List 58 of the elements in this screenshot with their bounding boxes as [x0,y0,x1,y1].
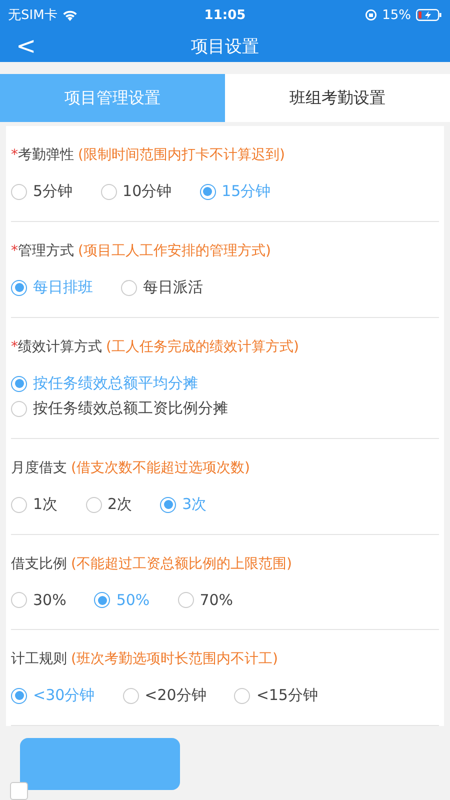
setting-hint: (班次考勤选项时长范围内不计工) [71,650,278,668]
carrier-text: 无SIM卡 [8,7,58,24]
setting-label: 绩效计算方式 [18,338,102,356]
setting-label: 计工规则 [11,650,67,668]
radio-button[interactable] [11,376,27,392]
radio-button[interactable] [100,184,117,200]
battery-percent: 15% [382,8,411,22]
option-label: <15分钟 [256,686,318,705]
radio-button[interactable] [11,496,27,512]
required-mark: * [11,339,18,355]
clock-time: 11:05 [204,8,246,22]
radio-button[interactable] [94,592,110,608]
setting-hint: (不能超过工资总额比例的上限范围) [71,555,292,573]
wifi-icon [62,9,78,21]
setting-hint: (限制时间范围内打卡不计算迟到) [78,146,285,164]
radio-button[interactable] [11,688,27,704]
setting-hint: (借支次数不能超过选项次数) [71,459,250,477]
option-label: 每日派活 [143,278,203,297]
option-label: 10分钟 [122,182,172,201]
radio-button[interactable] [11,280,27,296]
tab[interactable]: 项目管理设置 [0,74,225,122]
option-label: 1次 [33,495,58,514]
setting-label: 月度借支 [11,459,67,477]
option-label: 5分钟 [33,182,73,201]
option-label: 按任务绩效总额平均分摊 [33,374,198,393]
setting-label: 考勤弹性 [18,146,74,164]
option-label: 按任务绩效总额工资比例分摊 [33,399,228,418]
battery-icon [416,9,442,21]
radio-button[interactable] [200,184,216,200]
page-title: 项目设置 [191,36,259,58]
option-label: <30分钟 [33,686,95,705]
checkbox[interactable] [10,782,28,800]
floating-button[interactable] [20,738,180,790]
option-label: <20分钟 [144,686,206,705]
radio-button[interactable] [122,688,139,704]
radio-button[interactable] [234,688,250,704]
option-label: 2次 [108,495,132,514]
radio-button[interactable] [86,496,102,512]
radio-button[interactable] [160,496,176,512]
setting-label: 借支比例 [11,555,67,573]
option-label: 15分钟 [222,182,271,201]
setting-hint: (项目工人工作安排的管理方式) [78,242,271,260]
radio-button[interactable] [11,592,27,608]
option-label: 3次 [182,495,207,514]
required-mark: * [11,147,18,163]
back-button[interactable]: < [12,32,40,60]
radio-button[interactable] [121,280,137,296]
radio-button[interactable] [11,400,27,416]
rotation-lock-icon [365,9,378,21]
setting-hint: (工人任务完成的绩效计算方式) [106,338,299,356]
option-label: 70% [200,591,234,609]
option-label: 50% [116,591,150,609]
option-label: 每日排班 [33,278,93,297]
setting-label: 管理方式 [18,242,74,260]
radio-button[interactable] [178,592,194,608]
radio-button[interactable] [11,184,27,200]
option-label: 30% [33,591,66,609]
required-mark: * [11,243,18,259]
